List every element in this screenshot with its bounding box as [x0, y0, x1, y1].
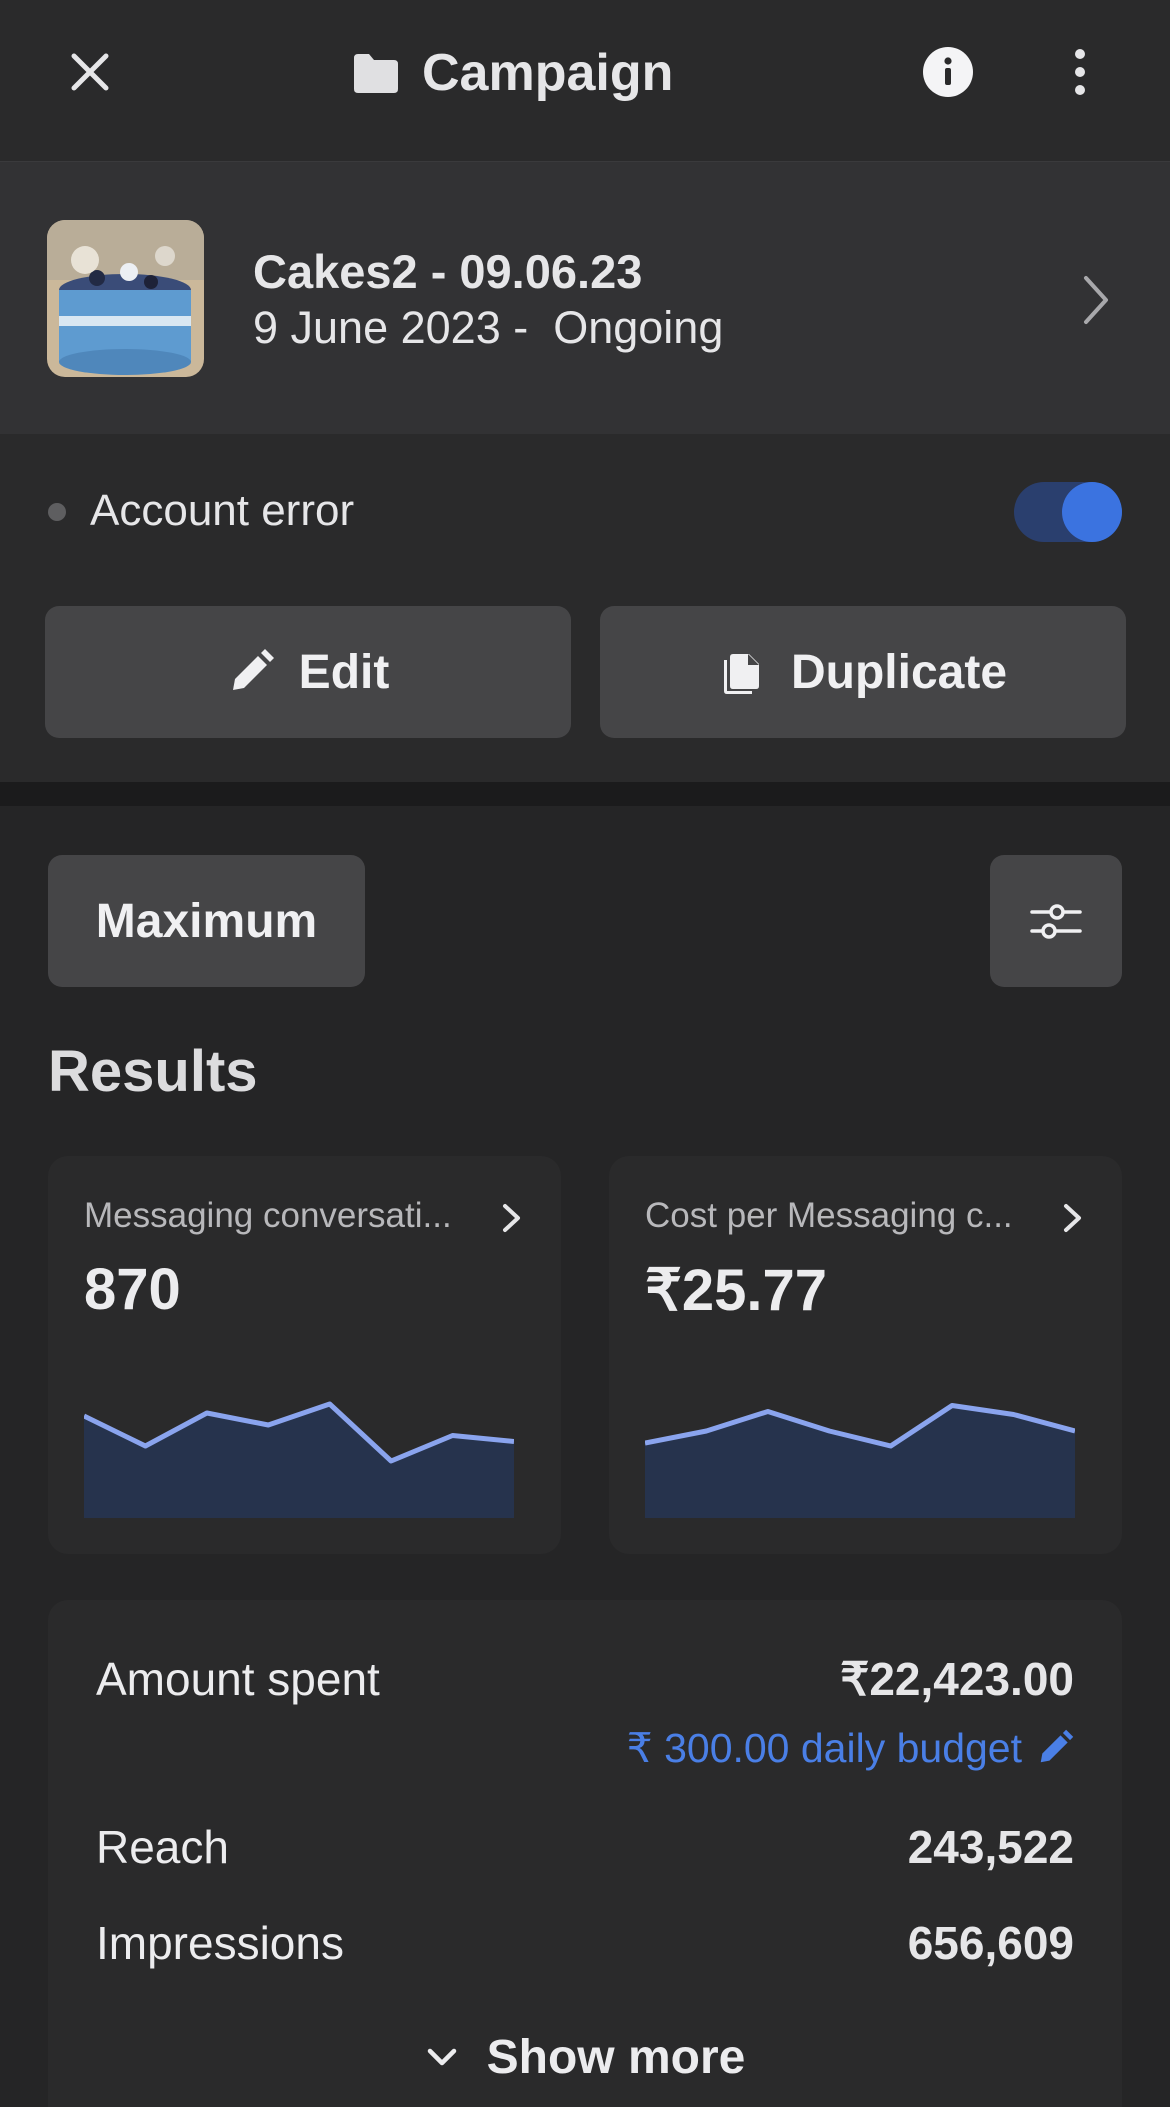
campaign-date-range: 9 June 2023 - Ongoing [253, 302, 724, 353]
reach-label: Reach [96, 1821, 229, 1873]
info-icon[interactable] [922, 46, 974, 98]
impressions-value: 656,609 [907, 1917, 1074, 1969]
folder-icon [354, 54, 398, 93]
close-icon[interactable] [58, 40, 122, 104]
metric-label: Cost per Messaging c... [645, 1196, 1013, 1235]
status-dot [48, 503, 66, 521]
section-divider [0, 782, 1170, 806]
sliders-icon[interactable] [990, 855, 1122, 987]
metric-card-cost-per-messaging[interactable]: Cost per Messaging c... ₹25.77 [609, 1156, 1122, 1554]
chevron-right-icon [500, 1201, 524, 1235]
metric-label: Messaging conversati... [84, 1196, 452, 1235]
duplicate-icon [723, 654, 759, 694]
daily-budget-text: ₹ 300.00 daily budget [626, 1725, 1022, 1771]
pencil-icon [232, 649, 274, 690]
show-more-button[interactable]: Show more [48, 2030, 1122, 2085]
pencil-icon [1040, 1729, 1074, 1763]
impressions-label: Impressions [96, 1917, 344, 1969]
metric-value: ₹25.77 [645, 1258, 828, 1323]
toggle-knob [1062, 482, 1122, 542]
status-section: Account error Edit Duplicate [0, 434, 1170, 782]
campaign-toggle[interactable] [1014, 482, 1122, 542]
sparkline-area [645, 1405, 1075, 1518]
metric-card-messaging[interactable]: Messaging conversati... 870 [48, 1156, 561, 1554]
summary-card: Amount spent ₹22,423.00 ₹ 300.00 daily b… [48, 1600, 1122, 2107]
campaign-name: Cakes2 - 09.06.23 [253, 245, 643, 298]
edit-label: Edit [298, 645, 390, 699]
show-more-label: Show more [486, 2031, 746, 2084]
chevron-down-icon [427, 2048, 456, 2065]
top-bar: Campaign [0, 0, 1170, 162]
sparkline-cost [645, 1403, 1075, 1518]
status-text: Account error [90, 486, 355, 535]
amount-spent-value: ₹22,423.00 [840, 1653, 1074, 1705]
reach-value: 243,522 [907, 1821, 1074, 1873]
date-preset-button[interactable]: Maximum [48, 855, 365, 987]
header-title: Campaign [350, 38, 673, 108]
sparkline-area [84, 1404, 514, 1518]
campaign-row[interactable]: Cakes2 - 09.06.23 9 June 2023 - Ongoing [0, 162, 1170, 434]
edit-button[interactable]: Edit [45, 606, 571, 738]
amount-spent-label: Amount spent [96, 1653, 380, 1705]
daily-budget-link[interactable]: ₹ 300.00 daily budget [627, 1724, 1074, 1772]
chevron-right-icon [1061, 1201, 1085, 1235]
duplicate-label: Duplicate [790, 645, 1008, 699]
more-vertical-icon[interactable] [1062, 46, 1098, 98]
duplicate-button[interactable]: Duplicate [600, 606, 1126, 738]
metric-value: 870 [84, 1257, 181, 1322]
results-heading: Results [48, 1039, 258, 1104]
campaign-thumbnail [47, 220, 204, 377]
chevron-right-icon [1076, 272, 1116, 328]
page-title: Campaign [422, 44, 674, 102]
sparkline-messaging [84, 1401, 514, 1518]
